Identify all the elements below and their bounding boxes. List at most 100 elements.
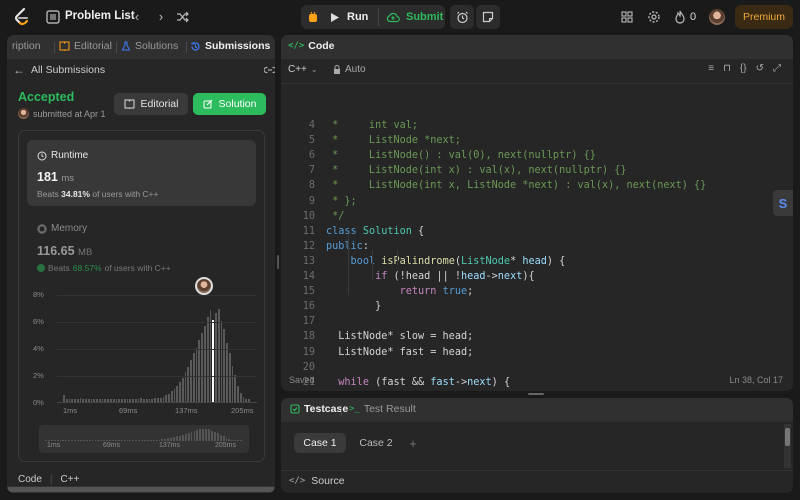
histogram-bar[interactable]: [168, 393, 170, 402]
histogram-bar[interactable]: [63, 395, 65, 402]
vertical-scrollbar[interactable]: [784, 424, 791, 468]
reset-icon[interactable]: ↺: [756, 63, 764, 74]
histogram-bar[interactable]: [181, 377, 184, 402]
histogram-bar[interactable]: [132, 399, 134, 402]
histogram-bar[interactable]: [245, 399, 248, 402]
histogram-bar[interactable]: [159, 397, 162, 402]
histogram-bar[interactable]: [129, 399, 132, 402]
all-submissions-link[interactable]: ← All Submissions: [13, 63, 105, 77]
histogram-bar[interactable]: [204, 326, 206, 402]
code-editor[interactable]: 4 * int val; 5 * ListNode *next; 6 * ListN…: [281, 109, 793, 391]
tab-description[interactable]: ription: [12, 40, 41, 52]
histogram-bar[interactable]: [223, 329, 226, 402]
tab-test-result[interactable]: >_ Test Result: [349, 403, 416, 415]
source-link[interactable]: </> Source: [289, 475, 345, 487]
histogram-bar[interactable]: [68, 399, 71, 402]
histogram-bar[interactable]: [187, 366, 190, 402]
alarm-clock-icon[interactable]: [450, 5, 474, 29]
histogram-bar[interactable]: [226, 342, 228, 402]
expand-icon[interactable]: ⤢: [773, 63, 781, 74]
leetcode-logo-icon[interactable]: [12, 7, 32, 27]
case-1-tab[interactable]: Case 1: [294, 433, 346, 453]
histogram-bar[interactable]: [74, 399, 76, 402]
run-button[interactable]: Run: [330, 5, 368, 29]
histogram-bar[interactable]: [126, 399, 129, 402]
histogram-bar[interactable]: [118, 399, 121, 402]
histogram-bar[interactable]: [140, 397, 143, 402]
histogram-bar[interactable]: [121, 399, 123, 402]
histogram-bar[interactable]: [162, 396, 165, 402]
histogram-bar[interactable]: [176, 385, 179, 402]
layout-grid-icon[interactable]: [621, 11, 633, 23]
histogram-bar[interactable]: [215, 312, 217, 402]
tab-editorial[interactable]: Editorial: [59, 40, 112, 52]
histogram-bar[interactable]: [234, 375, 237, 402]
streak-flame-icon[interactable]: [674, 10, 686, 24]
premium-button[interactable]: Premium: [735, 5, 793, 29]
vertical-resize-handle[interactable]: [528, 393, 544, 395]
histogram-bar[interactable]: [87, 399, 90, 402]
histogram-bar[interactable]: [93, 399, 96, 402]
braces-icon[interactable]: {}: [740, 63, 747, 74]
tab-submissions[interactable]: Submissions: [190, 40, 270, 52]
horizontal-scrollbar[interactable]: [7, 486, 275, 493]
case-2-tab[interactable]: Case 2: [353, 433, 399, 453]
editorial-button[interactable]: Editorial: [114, 93, 188, 115]
runtime-card[interactable]: Runtime 181 ms Beats 34.81% of users wit…: [27, 140, 256, 206]
histogram-bar[interactable]: [123, 399, 126, 402]
histogram-bar[interactable]: [212, 320, 215, 402]
histogram-bar[interactable]: [79, 397, 82, 402]
bookmark-icon[interactable]: ⊓: [723, 63, 731, 74]
debug-icon[interactable]: [304, 8, 322, 26]
histogram-bar[interactable]: [112, 399, 115, 402]
solution-button[interactable]: Solution: [193, 93, 266, 115]
user-avatar[interactable]: [709, 9, 725, 25]
histogram-bar[interactable]: [65, 399, 68, 402]
tab-solutions[interactable]: Solutions: [121, 40, 178, 52]
format-icon[interactable]: ≡: [708, 63, 714, 74]
shuffle-icon[interactable]: [176, 11, 189, 23]
panel-resize-handle[interactable]: [277, 255, 279, 269]
histogram-bar[interactable]: [107, 399, 109, 402]
histogram-bar[interactable]: [179, 381, 181, 402]
histogram-bar[interactable]: [237, 385, 239, 402]
histogram-bar[interactable]: [134, 399, 137, 402]
histogram-bar[interactable]: [71, 399, 74, 402]
histogram-bar[interactable]: [82, 399, 85, 402]
histogram-bar[interactable]: [220, 321, 223, 402]
tab-testcase[interactable]: Testcase: [290, 403, 348, 415]
submit-button[interactable]: Submit: [386, 5, 443, 29]
histogram-bar[interactable]: [101, 399, 104, 402]
histogram-bar[interactable]: [201, 333, 203, 402]
histogram-bar[interactable]: [115, 399, 118, 402]
histogram-bar[interactable]: [195, 348, 198, 402]
histogram-bar[interactable]: [248, 399, 250, 402]
histogram-bar[interactable]: [96, 399, 98, 402]
histogram-bar[interactable]: [231, 365, 234, 402]
histogram-bar[interactable]: [104, 399, 107, 402]
histogram-bar[interactable]: [151, 399, 154, 402]
settings-gear-icon[interactable]: [647, 10, 661, 24]
histogram-bar[interactable]: [209, 310, 212, 402]
auto-mode-toggle[interactable]: Auto: [333, 64, 366, 75]
histogram-bar[interactable]: [143, 399, 145, 402]
runtime-distribution-chart[interactable]: 8% 6% 4% 2% 0% 1ms 69ms 137ms 205ms: [19, 277, 266, 419]
histogram-bar[interactable]: [76, 399, 79, 402]
language-select[interactable]: C++ ⌄: [288, 64, 318, 75]
histogram-bar[interactable]: [170, 391, 173, 402]
histogram-bar[interactable]: [242, 396, 245, 402]
histogram-bar[interactable]: [190, 360, 192, 402]
histogram-bar[interactable]: [206, 316, 209, 402]
chart-range-selector[interactable]: 1ms 69ms 137ms 205ms: [39, 425, 249, 453]
share-link-icon[interactable]: [264, 65, 275, 75]
histogram-bar[interactable]: [228, 353, 231, 402]
add-case-button[interactable]: +: [405, 433, 421, 453]
problem-list-icon[interactable]: [46, 10, 60, 24]
histogram-bar[interactable]: [157, 397, 159, 402]
histogram-bar[interactable]: [145, 399, 148, 402]
chevron-right-icon[interactable]: ›: [153, 9, 169, 25]
histogram-bar[interactable]: [192, 353, 195, 402]
problem-list-link[interactable]: Problem List: [65, 10, 135, 22]
histogram-bar[interactable]: [85, 399, 87, 402]
histogram-bar[interactable]: [154, 397, 156, 402]
